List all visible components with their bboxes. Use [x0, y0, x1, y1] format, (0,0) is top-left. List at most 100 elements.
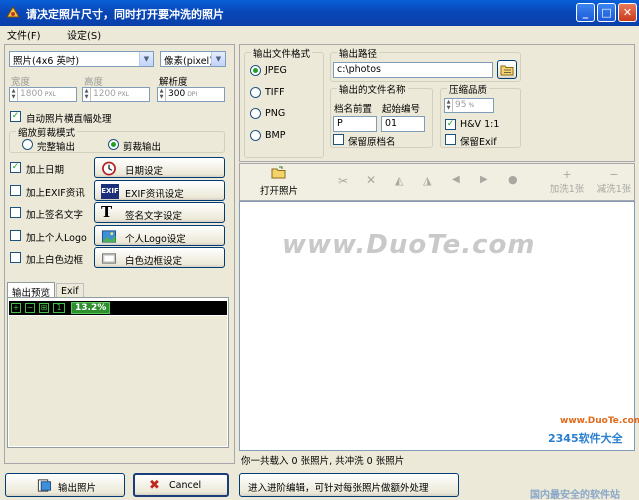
signature-checkbox[interactable]: [10, 207, 21, 218]
border-settings-button[interactable]: 白色边框设定: [94, 247, 225, 268]
keep-exif-label: 保留Exif: [460, 137, 497, 148]
width-value: 1800: [20, 89, 43, 99]
date-checkbox[interactable]: ✓: [10, 162, 21, 173]
width-unit: PXL: [44, 91, 56, 98]
crop-mode-title: 缩放剪裁模式: [16, 125, 78, 139]
rotate-right-icon[interactable]: ◮: [423, 174, 431, 187]
stepper-arrows-icon: ▲ ▼: [445, 99, 453, 112]
start-number-label: 起始编号: [382, 104, 421, 115]
quality-title: 压缩品质: [447, 82, 490, 96]
output-path-title: 输出路径: [337, 46, 380, 60]
cancel-x-icon: ✖: [149, 478, 160, 493]
format-bmp-radio[interactable]: [250, 130, 261, 141]
crop-mode-full-label: 完整输出: [37, 142, 76, 153]
status-bar: 你一共载入 0 张照片, 共冲洗 0 张照片: [239, 451, 635, 467]
start-number-input[interactable]: 01: [381, 116, 425, 132]
fit-window-icon[interactable]: ⊞: [39, 303, 49, 313]
dpi-stepper[interactable]: ▲ ▼ 300 DPI: [157, 87, 225, 102]
maximize-button[interactable]: □: [597, 3, 616, 22]
open-photos-button[interactable]: 打开照片: [254, 166, 304, 197]
app-icon: [6, 6, 20, 18]
cut-icon[interactable]: ✂: [338, 174, 348, 188]
folder-icon: [500, 65, 514, 76]
next-icon[interactable]: ▶: [480, 174, 488, 185]
format-title: 输出文件格式: [251, 46, 313, 60]
auto-rotate-label: 自动照片横直幅处理: [26, 114, 112, 125]
format-png-label: PNG: [265, 108, 286, 119]
logo-checkbox[interactable]: [10, 230, 21, 241]
output-photos-button[interactable]: 输出照片: [5, 473, 125, 497]
border-checkbox[interactable]: [10, 252, 21, 263]
crop-mode-crop-label: 剪裁输出: [123, 142, 162, 153]
browse-folder-button[interactable]: [497, 60, 517, 79]
format-jpeg-radio[interactable]: [250, 65, 261, 76]
rotate-left-icon[interactable]: ◭: [395, 174, 403, 187]
logo-settings-button[interactable]: 个人Logo设定: [94, 225, 225, 246]
main-toolbar: 打开照片 ✂ ✕ ◭ ◮ ◀ ▶ ● + 加洗1张 − 减洗1张: [239, 163, 635, 201]
hv-checkbox[interactable]: ✓: [445, 119, 456, 130]
open-folder-icon: [271, 166, 286, 179]
zoom-in-icon[interactable]: +: [11, 303, 21, 313]
start-number-value: 01: [385, 118, 398, 129]
stepper-arrows-icon: ▲ ▼: [83, 88, 91, 101]
size-select-value: 照片(4x6 英吋): [13, 56, 80, 67]
menu-settings[interactable]: 设定(S): [67, 27, 101, 42]
quality-stepper[interactable]: ▲ ▼ 95%: [444, 98, 494, 113]
height-stepper[interactable]: ▲ ▼ 1200 PXL: [82, 87, 150, 102]
signature-settings-button[interactable]: T 签名文字设定: [94, 202, 225, 223]
cancel-label: Cancel: [169, 480, 202, 491]
unit-select[interactable]: 像素(pixel) ▼: [160, 51, 226, 67]
status-text: 你一共载入 0 张照片, 共冲洗 0 张照片: [241, 456, 405, 467]
height-unit: PXL: [117, 91, 129, 98]
actual-size-icon[interactable]: 1: [53, 303, 65, 313]
date-settings-label: 日期设定: [125, 166, 164, 177]
logo-image-icon: [101, 230, 117, 243]
auto-rotate-checkbox[interactable]: ✓: [10, 111, 21, 122]
output-path-input[interactable]: c:\photos: [333, 62, 493, 78]
size-select[interactable]: 照片(4x6 英吋) ▼: [9, 51, 154, 67]
height-label: 高度: [84, 77, 104, 88]
exif-checkbox[interactable]: [10, 185, 21, 196]
height-value: 1200: [93, 89, 116, 99]
menu-file[interactable]: 文件(F): [7, 27, 41, 42]
file-name-title: 输出的文件名称: [337, 82, 408, 96]
tag-icon[interactable]: ●: [508, 173, 518, 186]
format-tiff-radio[interactable]: [250, 87, 261, 98]
crop-mode-full-radio[interactable]: [22, 139, 33, 150]
width-stepper[interactable]: ▲ ▼ 1800 PXL: [9, 87, 77, 102]
format-bmp-label: BMP: [265, 130, 286, 141]
advanced-edit-button[interactable]: 进入进阶编辑，可针对每张照片做额外处理: [239, 473, 459, 497]
format-jpeg-label: JPEG: [265, 65, 287, 76]
dpi-label: 解析度: [159, 77, 188, 88]
width-label: 宽度: [11, 77, 31, 88]
add-print-label: 加洗1张: [549, 184, 585, 195]
watermark-brand: 2345软件大全: [548, 432, 623, 445]
keep-original-name-checkbox[interactable]: [333, 134, 344, 145]
reduce-print-label: 减洗1张: [596, 184, 632, 195]
zoom-out-icon[interactable]: −: [25, 303, 35, 313]
output-photos-label: 输出照片: [58, 483, 97, 494]
plus-icon: +: [562, 168, 572, 181]
watermark-main: www.DuoTe.com: [282, 230, 536, 260]
add-print-button[interactable]: + 加洗1张: [546, 168, 588, 195]
clock-icon: [102, 161, 116, 176]
previous-icon[interactable]: ◀: [452, 174, 460, 185]
prefix-label: 档名前置: [334, 104, 373, 115]
output-icon: [37, 479, 52, 492]
minimize-button[interactable]: _: [576, 3, 595, 22]
format-png-radio[interactable]: [250, 108, 261, 119]
reduce-print-button[interactable]: − 减洗1张: [594, 168, 634, 195]
exif-settings-button[interactable]: EXIF EXIF资讯设定: [94, 180, 225, 201]
preview-canvas: [9, 316, 227, 446]
delete-icon[interactable]: ✕: [366, 173, 376, 187]
cancel-button[interactable]: ✖ Cancel: [133, 473, 229, 497]
keep-exif-checkbox[interactable]: [445, 134, 456, 145]
text-t-icon: T: [101, 203, 113, 221]
quality-value: 95: [455, 100, 467, 110]
watermark-site: www.DuoTe.com: [560, 416, 639, 426]
advanced-edit-label: 进入进阶编辑，可针对每张照片做额外处理: [248, 483, 429, 494]
date-settings-button[interactable]: 日期设定: [94, 157, 225, 178]
prefix-input[interactable]: P: [333, 116, 377, 132]
crop-mode-crop-radio[interactable]: [108, 139, 119, 150]
close-button[interactable]: ✕: [618, 3, 637, 22]
